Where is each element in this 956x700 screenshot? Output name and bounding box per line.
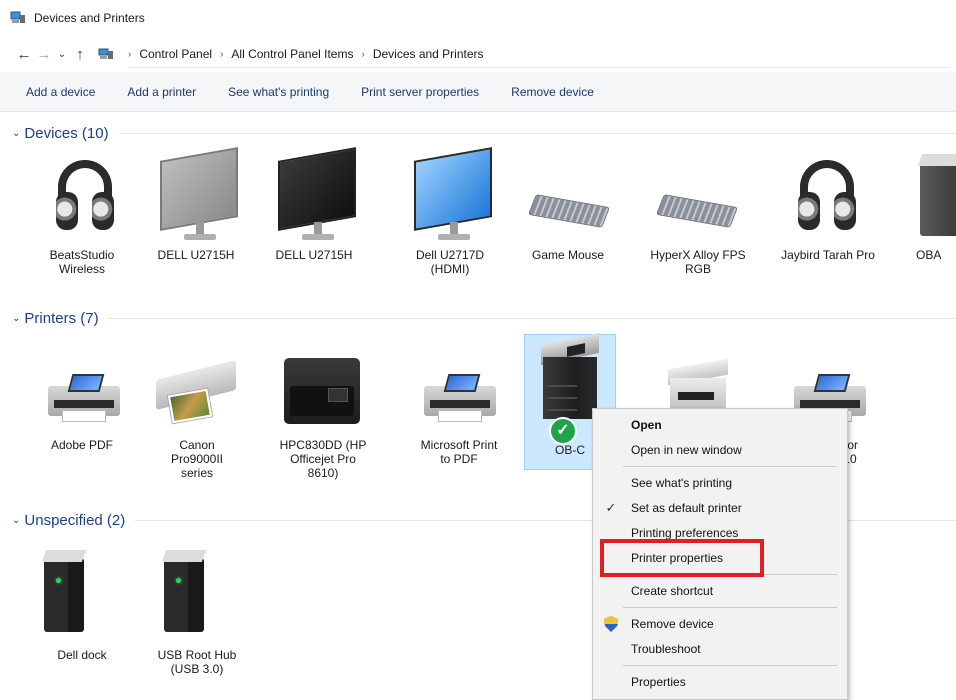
menu-item-see-whats-printing[interactable]: See what's printing	[593, 471, 847, 495]
device-label: Dell dock	[57, 648, 107, 662]
checkmark-icon: ✓	[605, 500, 617, 515]
printer-label: Canon Pro9000II series	[170, 438, 224, 480]
group-title: Devices (10)	[24, 124, 109, 142]
menu-item-label: Printing preferences	[631, 526, 739, 540]
device-label: OBA	[916, 248, 942, 262]
up-arrow-icon[interactable]: ↑	[70, 46, 90, 63]
device-item[interactable]: Dell U2717D (HDMI)	[408, 147, 492, 276]
printer-icon	[410, 340, 508, 432]
device-item[interactable]: OBA	[906, 150, 956, 262]
device-item[interactable]: DELL U2715H	[154, 147, 238, 262]
see-whats-printing-button[interactable]: See what's printing	[212, 85, 345, 99]
add-device-button[interactable]: Add a device	[12, 85, 111, 99]
default-printer-check-icon: ✓	[549, 417, 577, 445]
group-title: Unspecified (2)	[24, 511, 126, 529]
printer-item[interactable]: HPC830DD (HP Officejet Pro 8610)	[278, 340, 368, 480]
title-bar: Devices and Printers	[0, 0, 956, 36]
menu-item-label: Remove device	[631, 617, 714, 631]
breadcrumb-separator-icon: ›	[220, 48, 224, 60]
menu-item-properties[interactable]: Properties	[593, 670, 847, 694]
window-title: Devices and Printers	[34, 11, 145, 25]
collapse-chevron-icon[interactable]: ⌄	[12, 313, 20, 324]
unspecified-item[interactable]: Dell dock	[40, 540, 124, 662]
menu-item-label: Set as default printer	[631, 501, 742, 515]
headphones-icon	[40, 150, 124, 242]
breadcrumb-separator-icon: ›	[128, 48, 132, 60]
command-bar: Add a device Add a printer See what's pr…	[0, 72, 956, 112]
device-label: DELL U2715H	[275, 248, 353, 262]
officejet-printer-icon	[278, 340, 368, 432]
monitor-icon	[154, 147, 238, 242]
printer-item[interactable]: Microsoft Print to PDF	[410, 340, 508, 466]
device-item[interactable]: HyperX Alloy FPS RGB	[650, 150, 746, 276]
recent-locations-chevron-icon[interactable]: ⌄	[54, 49, 70, 60]
printer-icon	[40, 340, 124, 432]
location-icon	[98, 48, 114, 61]
unspecified-item[interactable]: USB Root Hub (USB 3.0)	[152, 540, 242, 676]
menu-item-label: Open in new window	[631, 443, 742, 457]
print-server-properties-button[interactable]: Print server properties	[345, 85, 495, 99]
group-divider	[108, 317, 956, 319]
menu-item-label: Troubleshoot	[631, 642, 701, 656]
breadcrumb-all-control-panel-items[interactable]: All Control Panel Items	[231, 47, 353, 61]
keyboard-icon	[650, 150, 746, 242]
tower-icon	[40, 540, 124, 642]
device-label: Game Mouse	[531, 248, 605, 262]
device-item[interactable]: Game Mouse	[526, 150, 611, 262]
device-label: USB Root Hub (USB 3.0)	[157, 648, 237, 676]
device-label: Dell U2717D (HDMI)	[415, 248, 485, 276]
tower-icon	[906, 150, 956, 242]
menu-item-set-as-default-printer[interactable]: ✓ Set as default printer	[593, 496, 847, 520]
uac-shield-icon	[604, 616, 618, 632]
device-item[interactable]: Jaybird Tarah Pro	[778, 150, 878, 262]
group-header-printers[interactable]: ⌄ Printers (7)	[0, 306, 956, 330]
menu-separator	[623, 607, 837, 608]
device-label: HyperX Alloy FPS RGB	[650, 248, 746, 276]
printer-label: HPC830DD (HP Officejet Pro 8610)	[279, 438, 367, 480]
breadcrumb-devices-and-printers[interactable]: Devices and Printers	[373, 47, 484, 61]
menu-item-label: See what's printing	[631, 476, 733, 490]
forward-arrow-icon[interactable]: →	[34, 46, 54, 63]
menu-item-open[interactable]: Open	[593, 413, 847, 437]
tower-icon	[152, 540, 242, 642]
breadcrumb: › Control Panel › All Control Panel Item…	[96, 47, 484, 61]
printer-label: Microsoft Print to PDF	[420, 438, 498, 466]
collapse-chevron-icon[interactable]: ⌄	[12, 515, 20, 526]
device-label: DELL U2715H	[157, 248, 235, 262]
devices-and-printers-icon	[10, 11, 26, 25]
printer-item[interactable]: Canon Pro9000II series	[152, 340, 242, 480]
photo-printer-icon	[152, 340, 242, 432]
menu-separator	[623, 665, 837, 666]
keyboard-icon	[526, 150, 611, 242]
remove-device-button[interactable]: Remove device	[495, 85, 610, 99]
monitor-icon	[272, 147, 356, 242]
device-item[interactable]: DELL U2715H	[272, 147, 356, 262]
menu-separator	[623, 466, 837, 467]
printer-item[interactable]: Adobe PDF	[40, 340, 124, 452]
address-bar-border	[128, 67, 948, 68]
monitor-icon	[408, 147, 492, 242]
printer-label: Adobe PDF	[50, 438, 114, 452]
add-printer-button[interactable]: Add a printer	[111, 85, 212, 99]
address-bar: ← → ⌄ ↑ › Control Panel › All Control Pa…	[0, 36, 956, 72]
menu-item-label: Properties	[631, 675, 686, 689]
headphones-icon	[778, 150, 878, 242]
group-divider	[118, 132, 956, 134]
menu-item-remove-device[interactable]: Remove device	[593, 612, 847, 636]
collapse-chevron-icon[interactable]: ⌄	[12, 128, 20, 139]
menu-item-troubleshoot[interactable]: Troubleshoot	[593, 637, 847, 661]
device-label: Jaybird Tarah Pro	[781, 248, 875, 262]
menu-item-create-shortcut[interactable]: Create shortcut	[593, 579, 847, 603]
back-arrow-icon[interactable]: ←	[14, 46, 34, 63]
breadcrumb-control-panel[interactable]: Control Panel	[139, 47, 212, 61]
device-item[interactable]: BeatsStudio Wireless	[40, 150, 124, 276]
breadcrumb-separator-icon: ›	[361, 48, 365, 60]
menu-item-open-in-new-window[interactable]: Open in new window	[593, 438, 847, 462]
menu-item-label: Open	[631, 418, 662, 432]
menu-item-label: Create shortcut	[631, 584, 714, 598]
group-header-devices[interactable]: ⌄ Devices (10)	[0, 121, 956, 145]
group-title: Printers (7)	[24, 309, 99, 327]
device-label: BeatsStudio Wireless	[49, 248, 115, 276]
highlight-annotation-box	[600, 539, 764, 577]
